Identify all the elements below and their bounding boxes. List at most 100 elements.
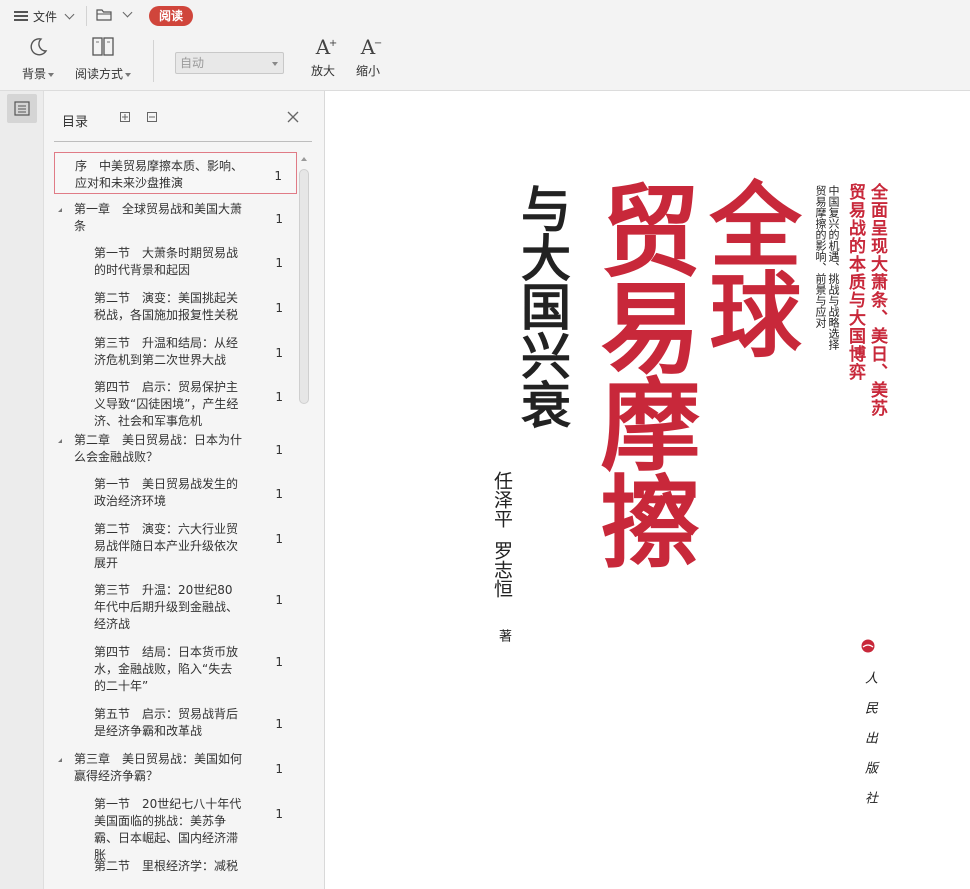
publisher-logo-icon xyxy=(861,639,875,653)
cover-small-text-1: 中国复兴的机遇、挑战与战略选择 xyxy=(827,185,840,350)
read-mode-tab[interactable]: 阅读 xyxy=(149,6,193,26)
cover-author-suffix: 著 xyxy=(496,629,511,642)
toc-section-item[interactable]: 第二节 演变：六大行业贸易战伴随日本产业升级依次展开 1 xyxy=(54,516,297,575)
scrollbar-thumb[interactable] xyxy=(299,169,309,404)
expand-all-icon[interactable] xyxy=(120,112,130,122)
toc-item-page: 1 xyxy=(275,717,283,731)
toc-item-title: 第一章 全球贸易战和美国大萧条 xyxy=(74,202,243,233)
toc-item-title: 第四节 启示：贸易保护主义导致“囚徒困境”，产生经济、社会和军事危机 xyxy=(94,380,239,428)
toc-chapter-item[interactable]: 第二章 美日贸易战：日本为什么会金融战败？ 1 xyxy=(54,427,297,469)
background-label: 背景 xyxy=(21,67,46,81)
reader-pane[interactable]: 全球 贸易摩擦 与大国兴衰 全面呈现大萧条、美日、美苏 贸易战的本质与大国博弈 … xyxy=(325,91,970,889)
toc-section-item[interactable]: 第二节 里根经济学：减税 xyxy=(54,853,297,881)
zoom-in-icon: A + xyxy=(315,35,338,59)
toc-item-page: 1 xyxy=(275,390,283,404)
toc-item-page: 1 xyxy=(275,532,283,546)
chevron-down-icon xyxy=(64,9,75,20)
zoom-select-value: 自动 xyxy=(180,56,205,70)
toc-item-title: 第二章 美日贸易战：日本为什么会金融战败？ xyxy=(74,433,243,464)
zoom-out-button[interactable]: A − 缩小 xyxy=(352,36,384,79)
toc-item-page: 1 xyxy=(274,169,282,183)
toc-item-title: 第二节 演变：美国挑起关税战，各国施加报复性关税 xyxy=(94,291,239,322)
zoom-in-label: 放大 xyxy=(310,64,335,78)
toc-toggle-button[interactable] xyxy=(7,94,37,123)
background-button[interactable]: 背景 xyxy=(18,36,58,82)
divider xyxy=(86,6,87,26)
divider xyxy=(153,40,154,82)
zoom-out-icon: A − xyxy=(360,35,383,59)
toc-item-page: 1 xyxy=(275,593,283,607)
zoom-out-label: 缩小 xyxy=(355,64,380,78)
toc-item-page: 1 xyxy=(275,762,283,776)
open-folder-icon[interactable] xyxy=(96,9,112,21)
collapse-arrow-icon[interactable] xyxy=(58,439,62,443)
toc-item-title: 第二节 里根经济学：减税 xyxy=(94,859,239,873)
toc-item-title: 第三节 升温：20世纪80年代中后期升级到金融战、经济战 xyxy=(94,583,239,631)
zoom-select[interactable]: 自动 xyxy=(175,52,284,74)
cover-publisher: 人民出版社 xyxy=(862,671,877,821)
cover-title-1: 全球 xyxy=(694,177,801,357)
cover-author-1: 任泽平 xyxy=(491,471,513,528)
toc-section-item[interactable]: 第五节 启示：贸易战背后是经济争霸和改革战 1 xyxy=(54,701,297,744)
read-mode-button[interactable]: 阅读方式 xyxy=(72,36,134,82)
dropdown-arrow-icon xyxy=(48,72,54,77)
toc-section-item[interactable]: 第一节 大萧条时期贸易战的时代背景和起因 1 xyxy=(54,240,297,283)
toolbar: 文件 阅读 背景 阅读方式 自动 A + 放大 A − 缩小 xyxy=(0,0,970,91)
file-menu-label: 文件 xyxy=(33,9,58,24)
folder-dropdown-icon[interactable] xyxy=(122,7,133,18)
scroll-up-icon[interactable] xyxy=(301,157,307,161)
toc-chapter-item[interactable]: 序 中美贸易摩擦本质、影响、应对和未来沙盘推演 1 xyxy=(54,152,297,194)
toc-header: 目录 xyxy=(44,91,324,141)
chevron-down-icon xyxy=(272,62,278,66)
toc-item-page: 1 xyxy=(275,301,283,315)
file-menu-button[interactable]: 文件 xyxy=(14,7,75,25)
toc-section-item[interactable]: 第四节 启示：贸易保护主义导致“囚徒困境”，产生经济、社会和军事危机 1 xyxy=(54,374,297,428)
cover-author-2: 罗志恒 xyxy=(491,541,513,598)
toc-item-page: 1 xyxy=(275,487,283,501)
toc-item-title: 第一节 大萧条时期贸易战的时代背景和起因 xyxy=(94,246,239,277)
toc-chapter-item[interactable]: 第一章 全球贸易战和美国大萧条 1 xyxy=(54,196,297,238)
toc-chapter-item[interactable]: 第三章 美日贸易战：美国如何赢得经济争霸？ 1 xyxy=(54,746,297,789)
close-icon[interactable] xyxy=(287,111,299,123)
collapse-all-icon[interactable] xyxy=(147,112,157,122)
toc-panel: 目录 序 中美贸易摩擦本质、影响、应对和未来沙盘推演 1 第一章 全球贸易战和美国大… xyxy=(44,91,325,889)
toc-section-item[interactable]: 第三节 升温和结局：从经济危机到第二次世界大战 1 xyxy=(54,330,297,372)
menu-icon xyxy=(14,11,28,21)
zoom-in-button[interactable]: A + 放大 xyxy=(307,36,339,79)
moon-icon xyxy=(30,38,48,56)
toc-section-item[interactable]: 第三节 升温：20世纪80年代中后期升级到金融战、经济战 1 xyxy=(54,577,297,637)
read-mode-label: 阅读方式 xyxy=(74,67,123,81)
toc-item-page: 1 xyxy=(275,212,283,226)
toc-item-title: 第三章 美日贸易战：美国如何赢得经济争霸？ xyxy=(74,752,243,783)
book-icon xyxy=(92,37,114,56)
toc-item-title: 第四节 结局：日本货币放水，金融战败，陷入“失去的二十年” xyxy=(94,645,239,693)
collapse-arrow-icon[interactable] xyxy=(58,758,62,762)
cover-small-text-2: 贸易摩擦的影响、前景与应对 xyxy=(814,185,827,328)
toc-title: 目录 xyxy=(62,115,89,130)
toc-item-title: 第五节 启示：贸易战背后是经济争霸和改革战 xyxy=(94,707,239,738)
side-rail xyxy=(0,91,44,889)
toc-section-item[interactable]: 第二节 演变：美国挑起关税战，各国施加报复性关税 1 xyxy=(54,285,297,328)
cover-subtitle: 与大国兴衰 xyxy=(513,183,571,428)
cover-tagline-1: 全面呈现大萧条、美日、美苏 xyxy=(867,183,887,417)
toc-section-item[interactable]: 第四节 结局：日本货币放水，金融战败，陷入“失去的二十年” 1 xyxy=(54,639,297,699)
toc-scrollbar[interactable] xyxy=(297,152,312,889)
toc-item-page: 1 xyxy=(275,443,283,457)
toc-item-title: 第三节 升温和结局：从经济危机到第二次世界大战 xyxy=(94,336,239,367)
toc-item-title: 第一节 美日贸易战发生的政治经济环境 xyxy=(94,477,239,508)
toc-item-title: 序 中美贸易摩擦本质、影响、应对和未来沙盘推演 xyxy=(75,159,244,190)
toc-item-title: 第二节 演变：六大行业贸易战伴随日本产业升级依次展开 xyxy=(94,522,239,570)
collapse-arrow-icon[interactable] xyxy=(58,208,62,212)
list-icon xyxy=(14,101,30,116)
cover-tagline-2: 贸易战的本质与大国博弈 xyxy=(845,183,865,381)
divider xyxy=(54,141,312,142)
toc-item-page: 1 xyxy=(275,256,283,270)
toc-section-item[interactable]: 第一节 美日贸易战发生的政治经济环境 1 xyxy=(54,471,297,514)
dropdown-arrow-icon xyxy=(125,72,131,77)
toc-item-page: 1 xyxy=(275,807,283,821)
book-cover: 全球 贸易摩擦 与大国兴衰 全面呈现大萧条、美日、美苏 贸易战的本质与大国博弈 … xyxy=(429,141,931,889)
toolbar-top-row: 文件 阅读 xyxy=(0,0,970,32)
toc-item-page: 1 xyxy=(275,346,283,360)
cover-title-2: 贸易摩擦 xyxy=(583,179,700,567)
toc-section-item[interactable]: 第一节 20世纪七八十年代美国面临的挑战：美苏争霸、日本崛起、国内经济滞胀 1 xyxy=(54,791,297,862)
